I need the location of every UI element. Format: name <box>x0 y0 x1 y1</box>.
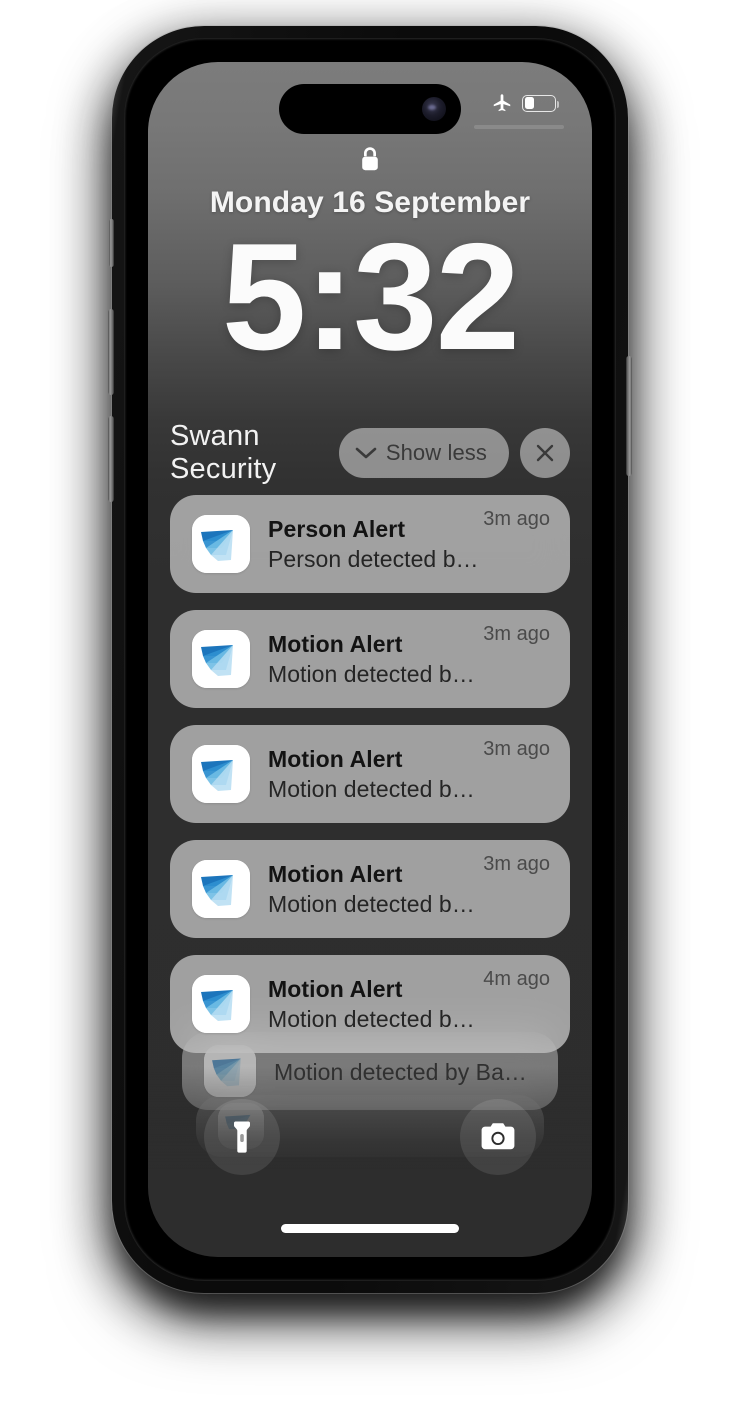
wallpaper-accent-line <box>474 125 564 129</box>
notification-text: Motion Alert Motion detected by Living R… <box>268 975 483 1034</box>
swann-security-app-icon <box>192 630 250 688</box>
notification-text: Motion Alert Motion detected by Living R… <box>268 630 483 689</box>
notification-card[interactable]: Motion Alert Motion detected by Living R… <box>170 955 570 1053</box>
camera-button[interactable] <box>460 1099 536 1175</box>
home-indicator[interactable] <box>281 1224 459 1233</box>
notification-text: Motion Alert Motion detected by Front Do… <box>268 860 483 919</box>
notification-card[interactable]: Motion Alert Motion detected by Living R… <box>170 610 570 708</box>
notification-text: Person Alert Person detected by Living R… <box>268 515 483 574</box>
lock-screen-clock: 5:32 <box>221 212 520 382</box>
notification-timestamp: 3m ago <box>483 508 550 530</box>
show-less-label: Show less <box>385 440 487 465</box>
dynamic-island[interactable] <box>279 84 461 134</box>
volume-up-button[interactable] <box>108 309 114 395</box>
screenshot-stage: Monday 16 September 5:32 Swann Security … <box>0 0 738 1405</box>
notification-subtitle: Motion detected by Living Room <box>268 1005 479 1032</box>
flashlight-button[interactable] <box>204 1099 280 1175</box>
notification-timestamp: 3m ago <box>483 623 550 645</box>
swann-security-app-icon <box>192 975 250 1033</box>
notification-timestamp: 3m ago <box>483 738 550 760</box>
swann-security-app-icon <box>192 515 250 573</box>
show-less-button[interactable]: Show less <box>338 428 509 478</box>
camera-icon <box>481 1123 515 1150</box>
notification-title: Person Alert <box>268 515 406 542</box>
notification-text: Motion Alert Motion detected by Side Doo… <box>268 745 483 804</box>
notification-title: Motion Alert <box>268 860 403 887</box>
notification-timestamp: 3m ago <box>483 853 550 875</box>
action-button[interactable] <box>109 219 114 267</box>
notification-title: Motion Alert <box>268 975 403 1002</box>
lock-closed-icon <box>362 147 378 171</box>
notification-title: Motion Alert <box>268 630 403 657</box>
notification-card[interactable]: Motion Alert Motion detected by Front Do… <box>170 840 570 938</box>
screen-bezel: Monday 16 September 5:32 Swann Security … <box>124 38 616 1281</box>
flashlight-icon <box>234 1121 250 1153</box>
airplane-icon <box>493 94 511 112</box>
battery-level-fill <box>524 97 534 109</box>
notification-subtitle: Motion detected by Living Room <box>268 660 479 687</box>
swann-security-app-icon <box>192 860 250 918</box>
front-camera-lens <box>422 97 446 121</box>
notification-subtitle: Motion detected by Basement <box>274 1058 534 1085</box>
notification-card[interactable]: Person Alert Person detected by Living R… <box>170 495 570 593</box>
status-bar <box>491 92 559 114</box>
battery-cap <box>556 100 559 108</box>
notification-group-header: Swann Security Show less <box>170 420 570 485</box>
notification-text: Motion detected by Basement <box>274 1056 538 1087</box>
volume-down-button[interactable] <box>108 416 114 502</box>
iphone-device: Monday 16 September 5:32 Swann Security … <box>108 26 632 1293</box>
notification-timestamp: 4m ago <box>483 968 550 990</box>
quick-action-bar <box>148 1099 592 1175</box>
notification-card[interactable]: Motion Alert Motion detected by Side Doo… <box>170 725 570 823</box>
close-icon <box>536 444 554 462</box>
notification-subtitle: Motion detected by Front Door <box>268 890 479 917</box>
notification-group-app-name: Swann Security <box>170 420 277 485</box>
notification-subtitle: Person detected by Living Room <box>268 545 479 572</box>
swann-security-app-icon <box>192 745 250 803</box>
notification-title: Motion Alert <box>268 745 403 772</box>
lock-screen: Monday 16 September 5:32 Swann Security … <box>148 62 592 1257</box>
close-notifications-button[interactable] <box>520 428 570 478</box>
chevron-down-icon <box>355 447 377 459</box>
notification-subtitle: Motion detected by Side Door <box>268 775 479 802</box>
power-button[interactable] <box>626 356 632 476</box>
battery-icon <box>522 94 559 112</box>
